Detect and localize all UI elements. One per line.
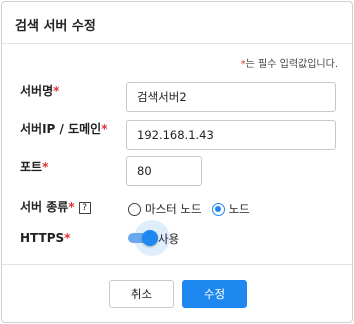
server-type-label: 서버 종류*? — [20, 198, 91, 215]
https-label: HTTPS* — [20, 231, 70, 245]
port-label-text: 포트 — [20, 160, 43, 174]
server-ip-label: 서버IP / 도메인* — [20, 120, 107, 137]
server-ip-input[interactable]: 192.168.1.43 — [126, 120, 336, 150]
edit-server-dialog: 검색 서버 수정 *는 필수 입력값입니다. 서버명* 검색서버2 서버IP /… — [1, 1, 353, 323]
server-type-label-text: 서버 종류 — [20, 200, 69, 214]
required-star: * — [42, 160, 49, 174]
required-star: * — [101, 122, 108, 136]
dialog-header: 검색 서버 수정 — [2, 2, 352, 44]
help-icon[interactable]: ? — [78, 202, 91, 214]
port-label: 포트* — [20, 158, 48, 175]
required-star: * — [53, 84, 60, 98]
cancel-button[interactable]: 취소 — [109, 280, 174, 308]
toggle-thumb — [142, 230, 158, 246]
https-toggle-label: 사용 — [158, 232, 180, 246]
submit-button[interactable]: 수정 — [182, 280, 247, 308]
radio-master-node-label: 마스터 노드 — [145, 202, 202, 216]
dialog-title: 검색 서버 수정 — [15, 19, 96, 34]
radio-node[interactable]: 노드 — [211, 201, 250, 217]
server-name-label: 서버명* — [20, 82, 59, 99]
required-star: * — [68, 200, 75, 214]
server-name-input[interactable]: 검색서버2 — [126, 82, 336, 112]
radio-unchecked-icon — [128, 202, 141, 216]
server-type-radio-group: 마스터 노드 노드 — [128, 201, 260, 217]
footer-divider — [2, 264, 352, 265]
radio-master-node[interactable]: 마스터 노드 — [128, 201, 202, 217]
port-input[interactable]: 80 — [126, 156, 202, 186]
https-toggle[interactable]: 사용 — [124, 220, 204, 256]
radio-node-label: 노드 — [228, 202, 250, 216]
server-name-label-text: 서버명 — [20, 84, 54, 98]
required-note: *는 필수 입력값입니다. — [241, 55, 338, 70]
server-ip-label-text: 서버IP / 도메인 — [20, 122, 102, 136]
required-star: * — [64, 231, 71, 245]
https-label-text: HTTPS — [20, 231, 65, 245]
radio-checked-icon — [211, 202, 225, 216]
required-note-text: 는 필수 입력값입니다. — [245, 59, 338, 70]
